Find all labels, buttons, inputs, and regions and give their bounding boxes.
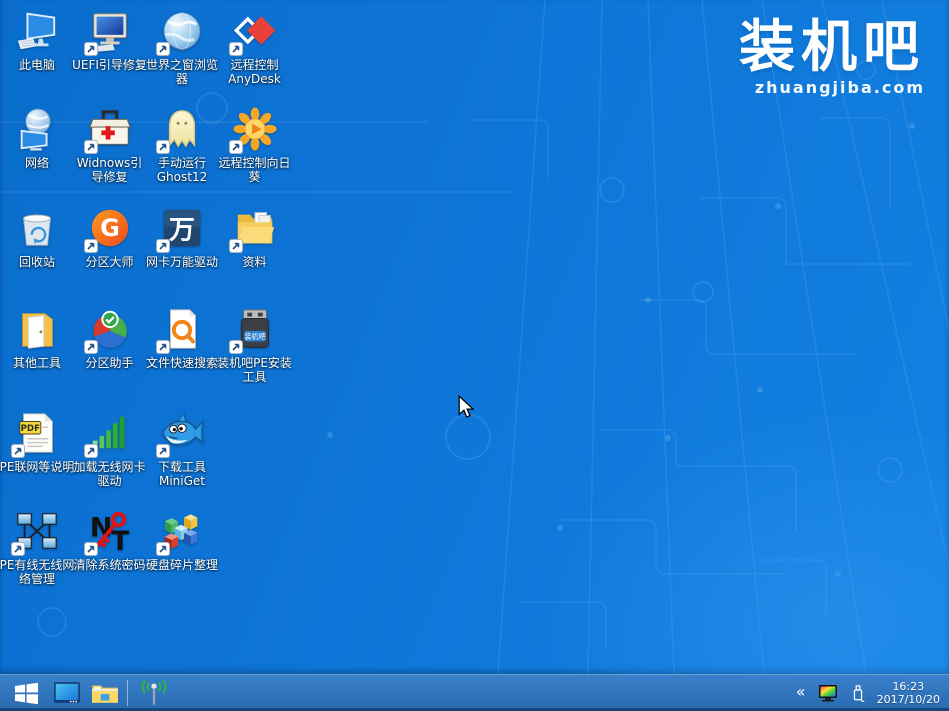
start-button[interactable] (4, 675, 48, 711)
pe-desktop-screen: { "desktop": { "logo": { "title": "装机吧",… (0, 0, 949, 711)
brand-logo-subtitle: zhuangjiba.com (739, 78, 925, 97)
svg-text:万: 万 (169, 216, 195, 246)
desktop-icon-zhuangjiba-pe-installer[interactable]: 装机吧装机吧PE安装 工具 (219, 306, 291, 384)
desktop-icon-label: 硬盘碎片整理 (126, 558, 238, 572)
blue-window-icon (53, 681, 81, 705)
pc-repair-icon (87, 8, 133, 54)
shortcut-arrow-icon (84, 444, 98, 458)
ghost-icon (159, 106, 205, 152)
brand-logo-title: 装机吧 (739, 16, 925, 80)
shortcut-arrow-icon (84, 239, 98, 253)
shortcut-arrow-icon (11, 444, 25, 458)
system-tray: « 16:23 2017/10/20 (796, 675, 940, 711)
shortcut-arrow-icon (84, 42, 98, 56)
folder-open-icon (14, 306, 60, 352)
taskbar-clock[interactable]: 16:23 2017/10/20 (877, 680, 940, 706)
brand-logo: 装机吧 zhuangjiba.com (739, 16, 925, 97)
desktop-icon-disk-defrag[interactable]: 硬盘碎片整理 (146, 508, 218, 572)
display-settings-icon[interactable] (817, 683, 839, 703)
shortcut-arrow-icon (156, 542, 170, 556)
pdf-doc-icon: PDF (14, 410, 60, 456)
shortcut-arrow-icon (156, 444, 170, 458)
this-pc-icon (14, 8, 60, 54)
shortcut-arrow-icon (156, 140, 170, 154)
shark-icon (159, 410, 205, 456)
recycle-bin-icon (14, 205, 60, 251)
windows-logo-icon (14, 681, 39, 706)
desktop-icon-miniget-downloader[interactable]: 下载工具 MiniGet (146, 410, 218, 488)
usb-eject-icon[interactable] (850, 683, 866, 704)
defrag-blocks-icon (159, 508, 205, 554)
shortcut-arrow-icon (11, 542, 25, 556)
anydesk-icon (232, 8, 278, 54)
desktop-icon-sunflower-remote-control[interactable]: 远程控制向日 葵 (219, 106, 291, 184)
desktop-icon-anydesk-remote-control[interactable]: 远程控制 AnyDesk (219, 8, 291, 86)
globe-browser-icon (159, 8, 205, 54)
pe-tool-window-button[interactable] (48, 675, 86, 711)
shortcut-arrow-icon (84, 140, 98, 154)
desktop-icon-data-folder[interactable]: 资料 (219, 205, 291, 269)
svg-text:装机吧: 装机吧 (244, 332, 266, 341)
nt-key-icon: NT (87, 508, 133, 554)
svg-text:PDF: PDF (21, 424, 40, 434)
network-globe-icon (14, 106, 60, 152)
shortcut-arrow-icon (156, 340, 170, 354)
svg-text:G: G (100, 214, 120, 242)
svg-text:T: T (110, 526, 129, 554)
desktop-icon-label: 远程控制向日 葵 (199, 156, 311, 184)
desktop-icon-label: 资料 (199, 255, 311, 269)
clock-date: 2017/10/20 (877, 693, 940, 706)
shortcut-arrow-icon (229, 140, 243, 154)
shortcut-arrow-icon (229, 239, 243, 253)
folder-docs-icon (232, 205, 278, 251)
taskbar-separator (127, 680, 128, 706)
desktop-icon-label: 远程控制 AnyDesk (199, 58, 311, 86)
taskbar: « 16:23 2017/10/20 (0, 674, 949, 711)
usb-stick-icon: 装机吧 (232, 306, 278, 352)
sunflower-icon (232, 106, 278, 152)
shortcut-arrow-icon (156, 239, 170, 253)
taskbar-buttons (0, 675, 177, 711)
desktop-icon-label: 下载工具 MiniGet (126, 460, 238, 488)
desktop-icon-pe-network-manager[interactable]: PE有线无线网 络管理 (1, 508, 73, 586)
wan-chip-icon: 万 (159, 205, 205, 251)
clock-time: 16:23 (877, 680, 940, 693)
wireless-antenna-button[interactable] (131, 675, 177, 711)
desktop-icon-label: 装机吧PE安装 工具 (199, 356, 311, 384)
tray-expand-chevron-icon[interactable]: « (796, 684, 806, 702)
shortcut-arrow-icon (156, 42, 170, 56)
network-nodes-icon (14, 508, 60, 554)
explorer-folder-icon (91, 681, 119, 705)
toolbox-icon (87, 106, 133, 152)
shortcut-arrow-icon (84, 542, 98, 556)
signal-bars-icon (87, 410, 133, 456)
antenna-icon (138, 680, 170, 707)
desktop[interactable]: 装机吧 zhuangjiba.com 此电脑UEFI引导修复世界之窗浏览 器远程… (0, 0, 949, 674)
mouse-cursor-icon (458, 395, 474, 420)
shortcut-arrow-icon (229, 42, 243, 56)
shortcut-arrow-icon (229, 340, 243, 354)
shortcut-arrow-icon (84, 340, 98, 354)
pie-check-icon (87, 306, 133, 352)
doc-search-icon (159, 306, 205, 352)
diskgenius-icon: G (87, 205, 133, 251)
file-explorer-button[interactable] (86, 675, 124, 711)
